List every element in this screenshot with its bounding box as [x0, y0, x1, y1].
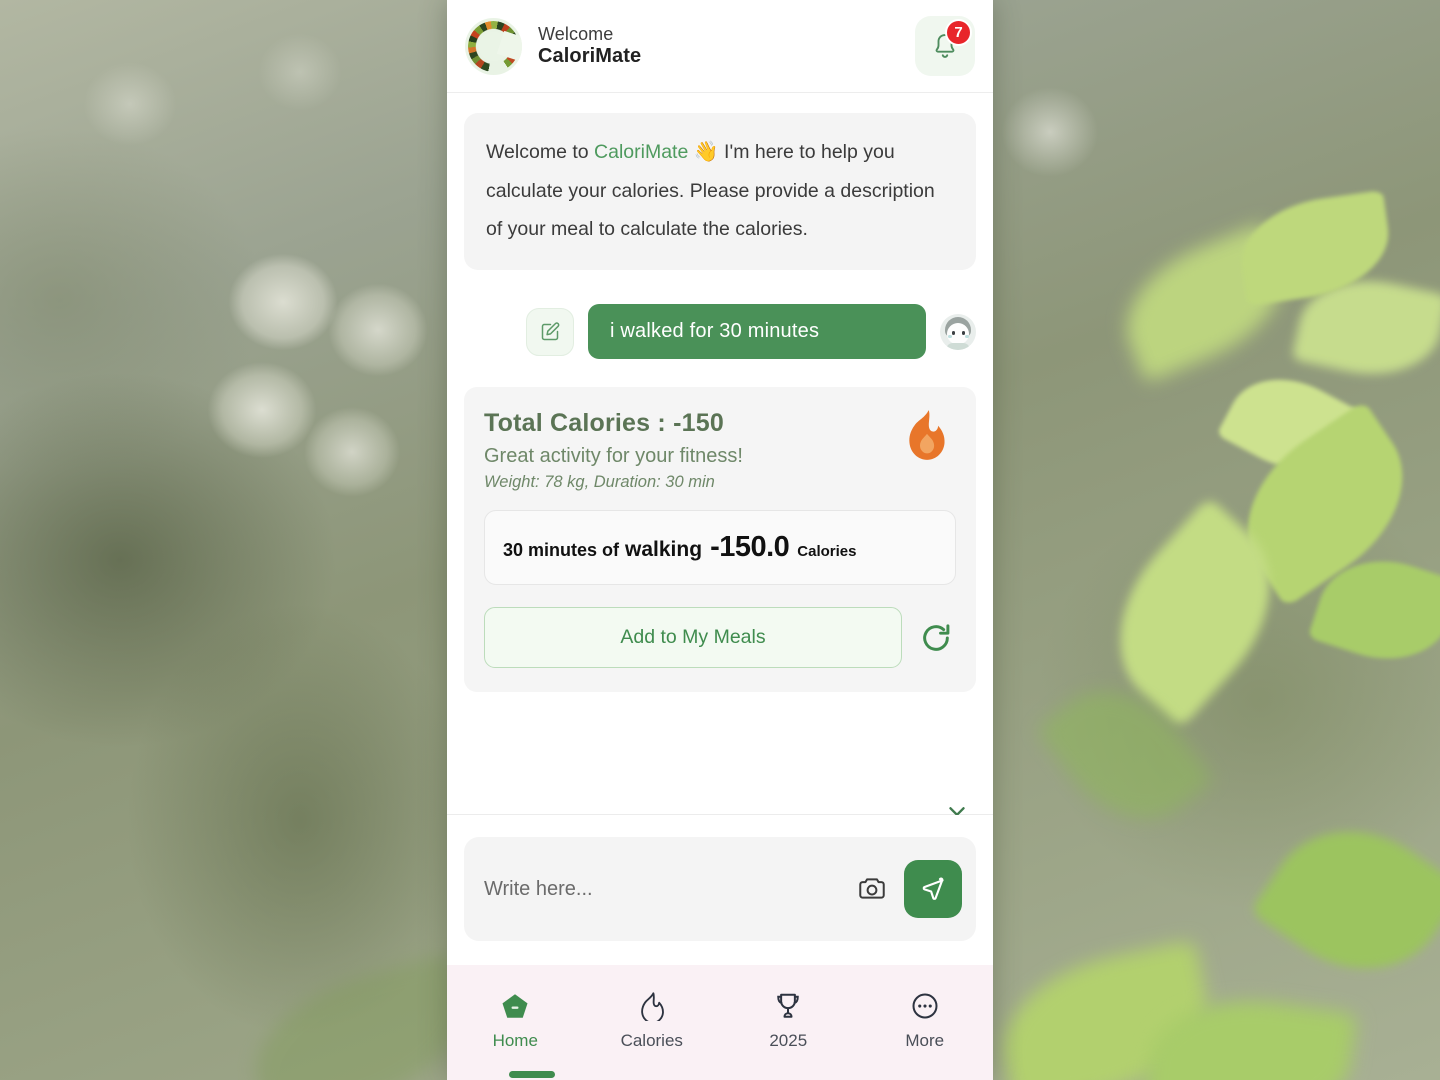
- more-dots-glyph: [912, 993, 938, 1019]
- nav-item-home[interactable]: Home: [447, 990, 584, 1051]
- avatar-eye-right: [962, 330, 965, 335]
- nav-item-2025[interactable]: 2025: [720, 990, 857, 1051]
- chevron-down-icon: [949, 807, 965, 815]
- brand-name: CaloriMate: [594, 141, 689, 163]
- scroll-to-bottom-button[interactable]: [943, 797, 971, 815]
- breakdown-activity: walking: [625, 538, 703, 562]
- nav-label-calories: Calories: [620, 1031, 683, 1050]
- trophy-glyph: [777, 993, 800, 1018]
- welcome-label: Welcome: [538, 23, 614, 44]
- bot-message-prefix: Welcome to: [486, 141, 595, 163]
- avatar-cheek-right: [965, 334, 969, 338]
- nav-label-more: More: [905, 1031, 945, 1050]
- more-dots-icon: [910, 990, 940, 1022]
- notifications-button[interactable]: 7: [915, 16, 975, 76]
- send-plane-icon: [922, 877, 944, 900]
- result-meta: Weight: 78 kg, Duration: 30 min: [484, 473, 715, 492]
- app-name: CaloriMate: [538, 44, 642, 67]
- result-subtitle: Great activity for your fitness!: [484, 445, 743, 468]
- leaf-shape: [237, 952, 483, 1080]
- avatar-cheek-left: [948, 334, 952, 338]
- camera-icon: [859, 878, 885, 899]
- calorie-breakdown-row: 30 minutes of walking -150.0 Calories: [484, 510, 956, 586]
- refresh-button[interactable]: [916, 618, 956, 658]
- send-button[interactable]: [904, 860, 962, 918]
- user-message-text: i walked for 30 minutes: [588, 304, 926, 360]
- home-pentagon-icon: [500, 990, 530, 1022]
- user-message-row: i walked for 30 minutes: [464, 304, 976, 360]
- composer-bar: [464, 837, 976, 941]
- user-avatar-icon: [940, 313, 976, 350]
- nav-label-2025: 2025: [769, 1031, 808, 1050]
- flame-icon: [909, 410, 945, 460]
- refresh-icon: [923, 623, 950, 651]
- avatar-face: [947, 322, 969, 344]
- calorie-result-card: Total Calories : -150 Great activity for…: [464, 387, 976, 693]
- add-to-my-meals-button[interactable]: Add to My Meals: [484, 607, 902, 669]
- phone-viewport: Welcome CaloriMate 7 Welcome to CaloriMa…: [447, 0, 993, 1080]
- flame-outline-glyph: [640, 992, 664, 1021]
- avatar-body: [946, 342, 970, 350]
- edit-pencil-icon: [541, 321, 560, 340]
- breakdown-unit: Calories: [797, 543, 857, 561]
- result-action-row: Add to My Meals: [484, 607, 956, 669]
- bot-message-bubble: Welcome to CaloriMate 👋 I'm here to help…: [464, 113, 976, 271]
- wave-emoji: 👋: [693, 141, 719, 163]
- chat-scroll-area[interactable]: Welcome to CaloriMate 👋 I'm here to help…: [447, 93, 993, 815]
- app-header: Welcome CaloriMate 7: [447, 0, 993, 93]
- trophy-icon: [773, 990, 803, 1022]
- nav-item-more[interactable]: More: [857, 990, 994, 1051]
- composer-container: [447, 815, 993, 965]
- home-pentagon-glyph: [502, 994, 528, 1018]
- leaf-shape: [1249, 795, 1440, 1005]
- breakdown-prefix: 30 minutes of: [503, 540, 620, 561]
- flame-outline-icon: [638, 990, 666, 1022]
- nav-item-calories[interactable]: Calories: [584, 990, 721, 1051]
- chat-bottom-divider: [447, 814, 993, 815]
- message-input[interactable]: [484, 877, 840, 901]
- edit-message-button[interactable]: [526, 307, 574, 356]
- calorimate-logo-icon: [465, 17, 522, 75]
- welcome-block: Welcome CaloriMate: [538, 24, 641, 69]
- notification-badge-count: 7: [945, 19, 972, 46]
- avatar-eye-left: [952, 330, 955, 335]
- home-indicator-bar: [509, 1071, 555, 1078]
- bottom-navigation: Home Calories 2025 More: [447, 965, 993, 1080]
- nav-label-home: Home: [492, 1031, 538, 1050]
- breakdown-value: -150.0: [710, 531, 790, 564]
- camera-button[interactable]: [852, 869, 892, 909]
- result-title: Total Calories : -150: [484, 409, 724, 438]
